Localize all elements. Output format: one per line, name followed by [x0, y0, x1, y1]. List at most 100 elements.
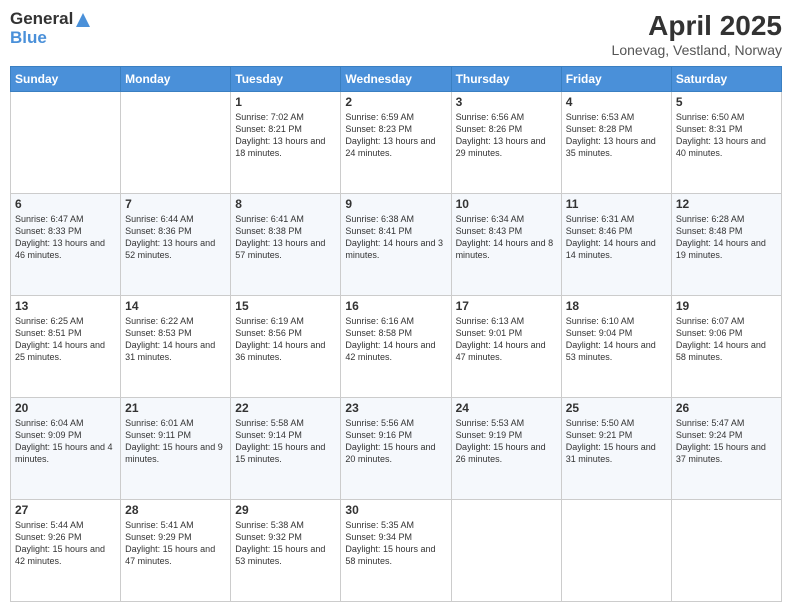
day-info: Sunrise: 6:10 AM Sunset: 9:04 PM Dayligh… [566, 315, 667, 364]
subtitle: Lonevag, Vestland, Norway [612, 42, 782, 58]
day-info: Sunrise: 6:28 AM Sunset: 8:48 PM Dayligh… [676, 213, 777, 262]
day-info: Sunrise: 6:56 AM Sunset: 8:26 PM Dayligh… [456, 111, 557, 160]
day-number: 20 [15, 401, 116, 415]
calendar-day-cell: 23 Sunrise: 5:56 AM Sunset: 9:16 PM Dayli… [341, 398, 451, 500]
calendar-day-cell: 16 Sunrise: 6:16 AM Sunset: 8:58 PM Dayli… [341, 296, 451, 398]
calendar-week-row: 1Sunrise: 7:02 AM Sunset: 8:21 PM Daylig… [11, 92, 782, 194]
day-number: 24 [456, 401, 557, 415]
calendar-day-cell [121, 92, 231, 194]
day-number: 7 [125, 197, 226, 211]
day-info: Sunrise: 6:22 AM Sunset: 8:53 PM Dayligh… [125, 315, 226, 364]
day-info: Sunrise: 6:41 AM Sunset: 8:38 PM Dayligh… [235, 213, 336, 262]
weekday-header-cell: Friday [561, 67, 671, 92]
day-number: 23 [345, 401, 446, 415]
weekday-header-row: SundayMondayTuesdayWednesdayThursdayFrid… [11, 67, 782, 92]
calendar-day-cell: 12 Sunrise: 6:28 AM Sunset: 8:48 PM Dayli… [671, 194, 781, 296]
day-info: Sunrise: 5:41 AM Sunset: 9:29 PM Dayligh… [125, 519, 226, 568]
day-number: 25 [566, 401, 667, 415]
calendar-day-cell: 3Sunrise: 6:56 AM Sunset: 8:26 PM Daylig… [451, 92, 561, 194]
day-info: Sunrise: 6:07 AM Sunset: 9:06 PM Dayligh… [676, 315, 777, 364]
day-number: 6 [15, 197, 116, 211]
calendar-day-cell: 5 Sunrise: 6:50 AM Sunset: 8:31 PM Daylig… [671, 92, 781, 194]
day-info: Sunrise: 6:25 AM Sunset: 8:51 PM Dayligh… [15, 315, 116, 364]
day-number: 18 [566, 299, 667, 313]
calendar-day-cell: 6 Sunrise: 6:47 AM Sunset: 8:33 PM Daylig… [11, 194, 121, 296]
day-info: Sunrise: 6:53 AM Sunset: 8:28 PM Dayligh… [566, 111, 667, 160]
day-info: Sunrise: 6:59 AM Sunset: 8:23 PM Dayligh… [345, 111, 446, 160]
day-info: Sunrise: 5:47 AM Sunset: 9:24 PM Dayligh… [676, 417, 777, 466]
day-info: Sunrise: 5:44 AM Sunset: 9:26 PM Dayligh… [15, 519, 116, 568]
day-number: 17 [456, 299, 557, 313]
calendar-day-cell: 1Sunrise: 7:02 AM Sunset: 8:21 PM Daylig… [231, 92, 341, 194]
day-number: 12 [676, 197, 777, 211]
calendar-day-cell: 25 Sunrise: 5:50 AM Sunset: 9:21 PM Dayli… [561, 398, 671, 500]
day-number: 8 [235, 197, 336, 211]
day-info: Sunrise: 6:50 AM Sunset: 8:31 PM Dayligh… [676, 111, 777, 160]
calendar-day-cell: 21 Sunrise: 6:01 AM Sunset: 9:11 PM Dayli… [121, 398, 231, 500]
calendar-day-cell: 13 Sunrise: 6:25 AM Sunset: 8:51 PM Dayli… [11, 296, 121, 398]
calendar-day-cell: 20 Sunrise: 6:04 AM Sunset: 9:09 PM Dayli… [11, 398, 121, 500]
day-info: Sunrise: 6:47 AM Sunset: 8:33 PM Dayligh… [15, 213, 116, 262]
day-info: Sunrise: 6:44 AM Sunset: 8:36 PM Dayligh… [125, 213, 226, 262]
calendar-week-row: 13 Sunrise: 6:25 AM Sunset: 8:51 PM Dayli… [11, 296, 782, 398]
day-number: 22 [235, 401, 336, 415]
weekday-header-cell: Saturday [671, 67, 781, 92]
day-number: 21 [125, 401, 226, 415]
day-number: 16 [345, 299, 446, 313]
calendar-day-cell [451, 500, 561, 602]
day-info: Sunrise: 5:35 AM Sunset: 9:34 PM Dayligh… [345, 519, 446, 568]
logo-text: General [10, 10, 92, 29]
day-number: 13 [15, 299, 116, 313]
day-number: 28 [125, 503, 226, 517]
day-info: Sunrise: 6:19 AM Sunset: 8:56 PM Dayligh… [235, 315, 336, 364]
day-info: Sunrise: 5:53 AM Sunset: 9:19 PM Dayligh… [456, 417, 557, 466]
calendar-day-cell: 10 Sunrise: 6:34 AM Sunset: 8:43 PM Dayli… [451, 194, 561, 296]
day-number: 27 [15, 503, 116, 517]
day-number: 30 [345, 503, 446, 517]
calendar-day-cell: 22 Sunrise: 5:58 AM Sunset: 9:14 PM Dayli… [231, 398, 341, 500]
day-info: Sunrise: 6:04 AM Sunset: 9:09 PM Dayligh… [15, 417, 116, 466]
day-number: 14 [125, 299, 226, 313]
calendar-table: SundayMondayTuesdayWednesdayThursdayFrid… [10, 66, 782, 602]
calendar-day-cell: 26 Sunrise: 5:47 AM Sunset: 9:24 PM Dayli… [671, 398, 781, 500]
calendar-day-cell [11, 92, 121, 194]
calendar-day-cell: 4Sunrise: 6:53 AM Sunset: 8:28 PM Daylig… [561, 92, 671, 194]
weekday-header-cell: Tuesday [231, 67, 341, 92]
day-number: 11 [566, 197, 667, 211]
calendar-week-row: 6 Sunrise: 6:47 AM Sunset: 8:33 PM Daylig… [11, 194, 782, 296]
day-number: 9 [345, 197, 446, 211]
calendar-day-cell: 17 Sunrise: 6:13 AM Sunset: 9:01 PM Dayli… [451, 296, 561, 398]
logo-icon [74, 11, 92, 29]
logo: General Blue [10, 10, 92, 47]
calendar-day-cell: 15 Sunrise: 6:19 AM Sunset: 8:56 PM Dayli… [231, 296, 341, 398]
day-info: Sunrise: 5:50 AM Sunset: 9:21 PM Dayligh… [566, 417, 667, 466]
calendar-day-cell: 24 Sunrise: 5:53 AM Sunset: 9:19 PM Dayli… [451, 398, 561, 500]
day-number: 10 [456, 197, 557, 211]
day-number: 1 [235, 95, 336, 109]
calendar-day-cell: 19Sunrise: 6:07 AM Sunset: 9:06 PM Dayli… [671, 296, 781, 398]
day-number: 26 [676, 401, 777, 415]
main-title: April 2025 [612, 10, 782, 42]
title-block: April 2025 Lonevag, Vestland, Norway [612, 10, 782, 58]
day-number: 15 [235, 299, 336, 313]
day-number: 5 [676, 95, 777, 109]
day-info: Sunrise: 6:01 AM Sunset: 9:11 PM Dayligh… [125, 417, 226, 466]
day-info: Sunrise: 6:31 AM Sunset: 8:46 PM Dayligh… [566, 213, 667, 262]
calendar-day-cell: 18 Sunrise: 6:10 AM Sunset: 9:04 PM Dayli… [561, 296, 671, 398]
calendar-day-cell: 9 Sunrise: 6:38 AM Sunset: 8:41 PM Daylig… [341, 194, 451, 296]
calendar-day-cell: 14 Sunrise: 6:22 AM Sunset: 8:53 PM Dayli… [121, 296, 231, 398]
day-info: Sunrise: 5:58 AM Sunset: 9:14 PM Dayligh… [235, 417, 336, 466]
weekday-header-cell: Monday [121, 67, 231, 92]
header: General Blue April 2025 Lonevag, Vestlan… [10, 10, 782, 58]
calendar-day-cell: 8 Sunrise: 6:41 AM Sunset: 8:38 PM Daylig… [231, 194, 341, 296]
day-info: Sunrise: 6:34 AM Sunset: 8:43 PM Dayligh… [456, 213, 557, 262]
day-info: Sunrise: 6:16 AM Sunset: 8:58 PM Dayligh… [345, 315, 446, 364]
calendar-week-row: 27 Sunrise: 5:44 AM Sunset: 9:26 PM Dayli… [11, 500, 782, 602]
day-info: Sunrise: 6:38 AM Sunset: 8:41 PM Dayligh… [345, 213, 446, 262]
day-number: 29 [235, 503, 336, 517]
calendar-day-cell: 29Sunrise: 5:38 AM Sunset: 9:32 PM Dayli… [231, 500, 341, 602]
weekday-header-cell: Wednesday [341, 67, 451, 92]
day-number: 2 [345, 95, 446, 109]
day-info: Sunrise: 6:13 AM Sunset: 9:01 PM Dayligh… [456, 315, 557, 364]
day-info: Sunrise: 5:56 AM Sunset: 9:16 PM Dayligh… [345, 417, 446, 466]
